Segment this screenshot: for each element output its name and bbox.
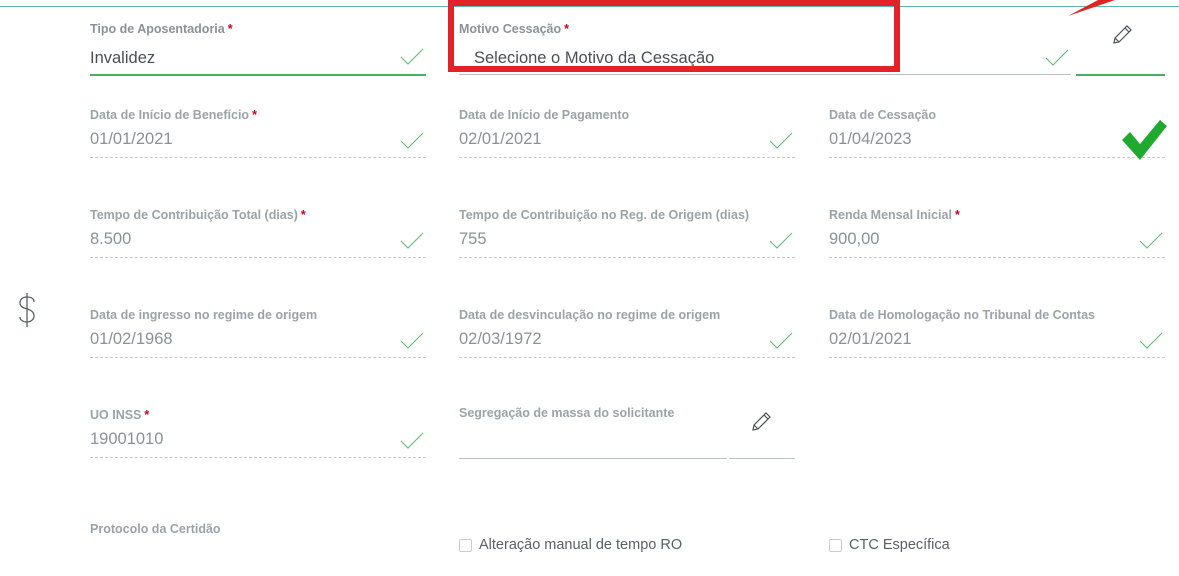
- data-desvinculacao-origem-value[interactable]: 02/03/1972: [459, 330, 542, 349]
- data-homologacao-tc-label: Data de Homologação no Tribunal de Conta…: [829, 308, 1096, 322]
- checkmark-icon: [1139, 332, 1163, 349]
- ctc-especifica-checkbox[interactable]: CTC Específica: [829, 537, 950, 553]
- alteracao-manual-box[interactable]: [459, 538, 472, 552]
- data-homologacao-tc-field[interactable]: Data de Homologação no Tribunal de Conta…: [829, 308, 1165, 364]
- uo-inss-value[interactable]: 19001010: [90, 430, 163, 449]
- data-cessacao-field[interactable]: Data de Cessação 01/04/2023: [829, 108, 1165, 164]
- checkmark-icon: [1139, 232, 1163, 249]
- ctc-especifica-box[interactable]: [829, 538, 842, 552]
- renda-mensal-inicial-field[interactable]: Renda Mensal Inicial * 900,00: [829, 208, 1165, 264]
- edit-motivo-button[interactable]: [1076, 14, 1165, 76]
- tipo-aposentadoria-value[interactable]: Invalidez: [90, 49, 155, 68]
- checkmark-icon: [400, 48, 424, 65]
- checkmark-icon: [400, 332, 424, 349]
- pencil-icon: [1113, 25, 1132, 44]
- edit-segregacao-button[interactable]: [729, 406, 795, 460]
- data-ingresso-origem-value[interactable]: 01/02/1968: [90, 330, 173, 349]
- highlight-annotation-box: [448, 0, 900, 72]
- data-inicio-beneficio-label: Data de Início de Benefício *: [90, 108, 257, 122]
- checkmark-icon: [400, 132, 424, 149]
- data-inicio-pagamento-field[interactable]: Data de Início de Pagamento 02/01/2021: [459, 108, 795, 164]
- renda-mensal-inicial-label: Renda Mensal Inicial *: [829, 208, 960, 222]
- uo-inss-label: UO INSS *: [90, 408, 150, 422]
- data-inicio-pagamento-value[interactable]: 02/01/2021: [459, 130, 542, 149]
- alteracao-manual-checkbox[interactable]: Alteração manual de tempo RO: [459, 537, 682, 553]
- data-inicio-pagamento-label: Data de Início de Pagamento: [459, 108, 630, 122]
- renda-mensal-inicial-value[interactable]: 900,00: [829, 230, 879, 249]
- data-inicio-beneficio-field[interactable]: Data de Início de Benefício * 01/01/2021: [90, 108, 426, 164]
- tempo-contribuicao-origem-field[interactable]: Tempo de Contribuição no Reg. de Origem …: [459, 208, 795, 264]
- data-homologacao-tc-value[interactable]: 02/01/2021: [829, 330, 912, 349]
- data-ingresso-origem-label: Data de ingresso no regime de origem: [90, 308, 318, 322]
- tempo-contribuicao-origem-value[interactable]: 755: [459, 230, 487, 249]
- data-desvinculacao-origem-field[interactable]: Data de desvinculação no regime de orige…: [459, 308, 795, 364]
- data-desvinculacao-origem-label: Data de desvinculação no regime de orige…: [459, 308, 721, 322]
- protocolo-certidao-field[interactable]: Protocolo da Certidão: [90, 522, 426, 562]
- tempo-contribuicao-total-field[interactable]: Tempo de Contribuição Total (dias) * 8.50…: [90, 208, 426, 264]
- tempo-contribuicao-origem-label: Tempo de Contribuição no Reg. de Origem …: [459, 208, 750, 222]
- ctc-especifica-label: CTC Específica: [849, 537, 950, 553]
- protocolo-certidao-label: Protocolo da Certidão: [90, 522, 221, 536]
- checkmark-icon: [1045, 49, 1069, 66]
- tipo-aposentadoria-label: Tipo de Aposentadoria *: [90, 22, 233, 36]
- data-cessacao-label: Data de Cessação: [829, 108, 937, 122]
- checkmark-icon: [769, 132, 793, 149]
- tipo-aposentadoria-field[interactable]: Tipo de Aposentadoria * Invalidez: [90, 22, 426, 78]
- data-cessacao-value[interactable]: 01/04/2023: [829, 130, 912, 149]
- tempo-contribuicao-total-label: Tempo de Contribuição Total (dias) *: [90, 208, 306, 222]
- tempo-contribuicao-total-value[interactable]: 8.500: [90, 230, 131, 249]
- pencil-icon: [752, 412, 771, 431]
- checkmark-icon: [400, 432, 424, 449]
- checkmark-icon: [769, 232, 793, 249]
- data-ingresso-origem-field[interactable]: Data de ingresso no regime de origem 01/…: [90, 308, 426, 364]
- alteracao-manual-label: Alteração manual de tempo RO: [479, 537, 683, 553]
- data-inicio-beneficio-value[interactable]: 01/01/2021: [90, 130, 173, 149]
- segregacao-massa-label: Segregação de massa do solicitante: [459, 406, 675, 420]
- segregacao-massa-field[interactable]: Segregação de massa do solicitante: [459, 406, 795, 462]
- checkmark-icon: [400, 232, 424, 249]
- big-green-check-icon: [1122, 120, 1167, 160]
- checkmark-icon: [769, 332, 793, 349]
- uo-inss-field[interactable]: UO INSS * 19001010: [90, 408, 426, 464]
- dollar-sign-icon: [19, 293, 35, 327]
